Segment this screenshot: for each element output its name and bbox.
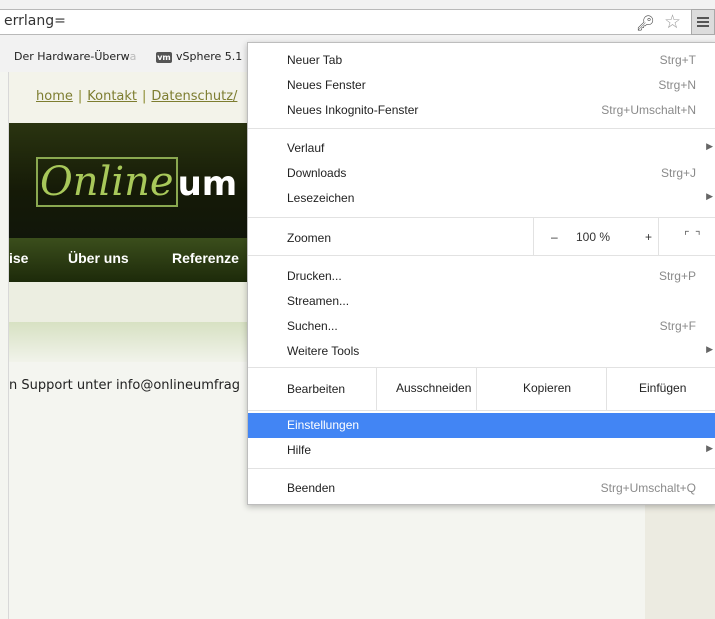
site-logo[interactable]: Online um	[36, 157, 238, 207]
menu-item-label: Neues Inkognito-Fenster	[287, 103, 419, 117]
menu-item-shortcut: Strg+T	[659, 53, 696, 67]
menu-icon	[697, 17, 709, 19]
submenu-arrow-icon: ▶	[706, 344, 713, 354]
menu-item-settings[interactable]: Einstellungen	[248, 413, 715, 438]
menu-item-label: Suchen...	[287, 319, 338, 333]
bookmark-label-fade: a	[129, 50, 137, 63]
link-separator: |	[142, 89, 147, 104]
menu-icon-bar	[697, 25, 709, 27]
menu-separator	[248, 128, 715, 129]
menu-item-bookmarks[interactable]: Lesezeichen ▶	[248, 186, 715, 211]
menu-item-label: Drucken...	[287, 269, 342, 283]
nav-item-referenzen[interactable]: Referenze	[172, 250, 239, 266]
copy-button[interactable]: Kopieren	[476, 367, 607, 410]
menu-item-new-tab[interactable]: Neuer Tab Strg+T	[248, 48, 715, 73]
nav-item-ueber-uns[interactable]: Über uns	[68, 250, 129, 266]
menu-item-shortcut: Strg+F	[659, 319, 696, 333]
cut-button[interactable]: Ausschneiden	[376, 367, 477, 410]
submenu-arrow-icon: ▶	[706, 443, 713, 453]
zoom-in-button[interactable]: +	[645, 230, 652, 244]
menu-item-label: Lesezeichen	[287, 191, 355, 205]
submenu-arrow-icon: ▶	[706, 141, 713, 151]
menu-item-more-tools[interactable]: Weitere Tools ▶	[248, 339, 715, 364]
fullscreen-icon[interactable]: ⌜ ⌝	[684, 229, 702, 243]
link-datenschutz[interactable]: Datenschutz/	[151, 89, 237, 104]
menu-item-shortcut: Strg+J	[660, 166, 696, 180]
vm-icon: vm	[156, 51, 172, 63]
address-bar[interactable]: errlang= 🔑︎ ☆	[0, 9, 712, 35]
menu-item-label: Einstellungen	[287, 418, 360, 432]
menu-item-shortcut: Strg+Umschalt+Q	[600, 481, 696, 495]
paste-label: Einfügen	[639, 381, 687, 395]
bookmark-label: vSphere 5.1	[176, 50, 243, 63]
menu-item-help[interactable]: Hilfe ▶	[248, 438, 715, 463]
menu-item-label: Weitere Tools	[287, 344, 360, 358]
support-text: n Support unter info@onlineumfrag	[9, 378, 241, 393]
top-links: home | Kontakt | Datenschutz/	[36, 89, 237, 104]
zoom-out-button[interactable]: –	[551, 230, 558, 244]
copy-label: Kopieren	[523, 381, 572, 395]
menu-item-label: Neues Fenster	[287, 78, 366, 92]
menu-item-incognito[interactable]: Neues Inkognito-Fenster Strg+Umschalt+N	[248, 98, 715, 123]
menu-item-label: Streamen...	[287, 294, 350, 308]
menu-icon-bar	[697, 21, 709, 23]
menu-edit-row: Bearbeiten Ausschneiden Kopieren Einfüge…	[248, 367, 715, 410]
cut-label: Ausschneiden	[396, 381, 472, 395]
bookmark-vsphere[interactable]: vm vSphere 5.1	[156, 50, 242, 63]
menu-item-find[interactable]: Suchen... Strg+F	[248, 314, 715, 339]
bookmark-hardware[interactable]: Der Hardware-Überwa	[14, 50, 136, 63]
nav-item-preise[interactable]: ise	[9, 250, 28, 266]
menu-item-downloads[interactable]: Downloads Strg+J	[248, 161, 715, 186]
logo-online: Online	[36, 157, 178, 207]
menu-item-cast[interactable]: Streamen...	[248, 289, 715, 314]
paste-button[interactable]: Einfügen	[606, 367, 715, 410]
zoom-level: 100 %	[576, 230, 611, 244]
menu-separator	[248, 468, 715, 469]
key-icon[interactable]: 🔑︎	[636, 14, 655, 32]
star-icon[interactable]: ☆	[664, 11, 681, 33]
menu-item-label: Hilfe	[287, 443, 312, 457]
menu-item-label: Downloads	[287, 166, 347, 180]
menu-button[interactable]	[691, 9, 715, 35]
link-kontakt[interactable]: Kontakt	[87, 89, 137, 104]
menu-item-exit[interactable]: Beenden Strg+Umschalt+Q	[248, 476, 715, 501]
menu-separator	[248, 410, 715, 411]
menu-item-shortcut: Strg+N	[658, 78, 696, 92]
toolbar: errlang= 🔑︎ ☆	[0, 0, 715, 42]
menu-item-print[interactable]: Drucken... Strg+P	[248, 264, 715, 289]
menu-item-label: Neuer Tab	[287, 53, 343, 67]
menu-item-label: Verlauf	[287, 141, 325, 155]
menu-item-label: Beenden	[287, 481, 336, 495]
menu-item-history[interactable]: Verlauf ▶	[248, 136, 715, 161]
submenu-arrow-icon: ▶	[706, 191, 713, 201]
menu-zoom-row: Zoomen – 100 % + ⌜ ⌝	[248, 217, 715, 255]
logo-um: um	[177, 164, 238, 204]
link-home[interactable]: home	[36, 89, 73, 104]
browser-menu: Neuer Tab Strg+T Neues Fenster Strg+N Ne…	[247, 42, 715, 505]
menu-item-new-window[interactable]: Neues Fenster Strg+N	[248, 73, 715, 98]
address-bar-text[interactable]: errlang=	[4, 13, 66, 29]
bookmark-label: Der Hardware-Überw	[14, 50, 130, 63]
link-separator: |	[77, 89, 83, 104]
menu-item-shortcut: Strg+Umschalt+N	[601, 103, 696, 117]
menu-item-shortcut: Strg+P	[658, 269, 696, 283]
menu-separator	[248, 255, 715, 256]
edit-label: Bearbeiten	[287, 382, 346, 396]
zoom-label: Zoomen	[287, 231, 332, 245]
